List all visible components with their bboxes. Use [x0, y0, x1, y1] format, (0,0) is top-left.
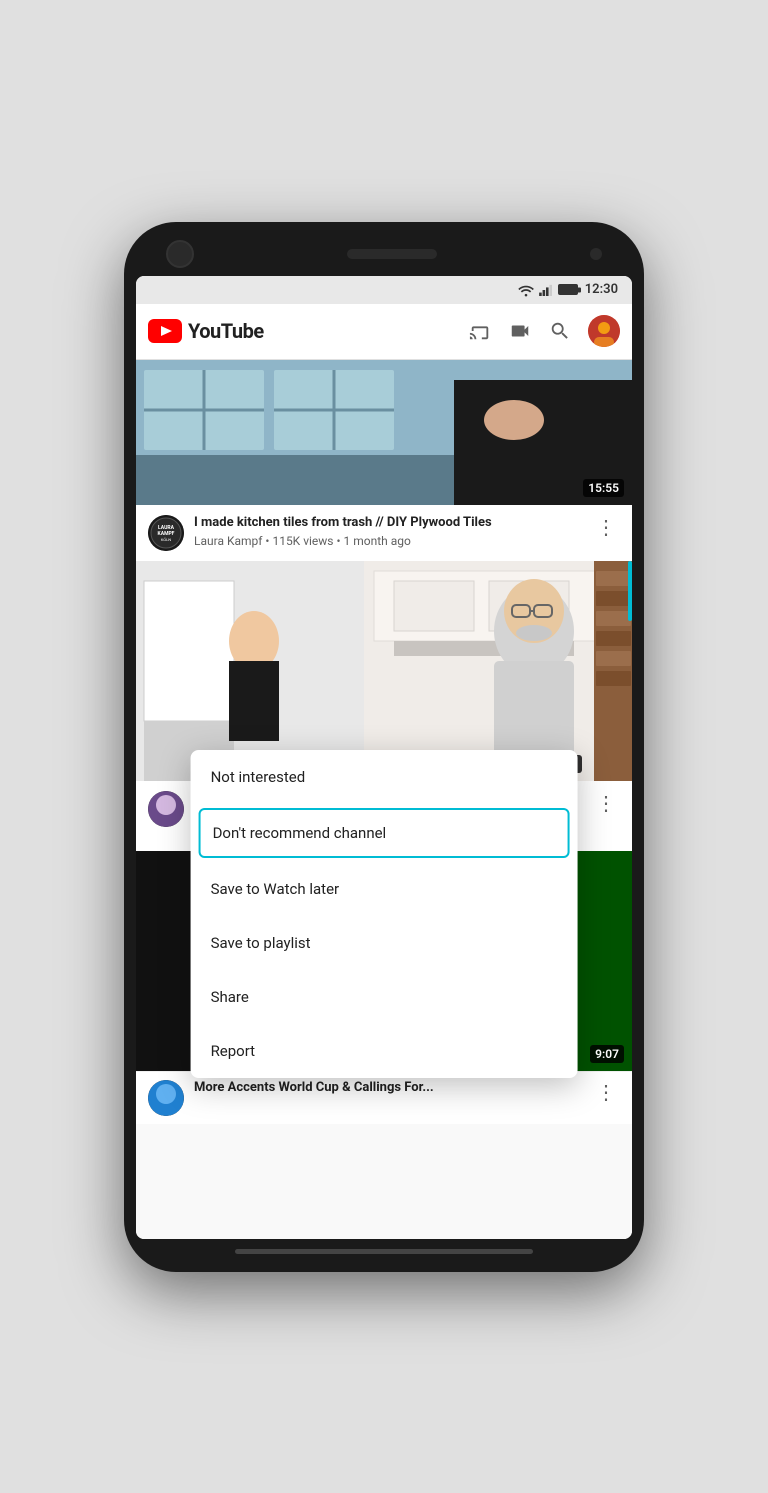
- wifi-icon: [518, 284, 534, 296]
- save-playlist-option[interactable]: Save to playlist: [191, 916, 578, 970]
- youtube-logo-icon: [148, 319, 182, 343]
- cast-button[interactable]: [468, 319, 492, 343]
- report-option[interactable]: Report: [191, 1024, 578, 1078]
- youtube-logo-text: YouTube: [188, 319, 264, 343]
- user-avatar[interactable]: [588, 315, 620, 347]
- video4-more-button[interactable]: ⋮: [592, 1080, 620, 1104]
- header-action-icons: [468, 315, 620, 347]
- camera-button[interactable]: [508, 319, 532, 343]
- phone-home-indicator: [235, 1249, 533, 1254]
- svg-text:KÖLN: KÖLN: [161, 537, 171, 542]
- status-time: 12:30: [585, 282, 618, 297]
- front-camera: [166, 240, 194, 268]
- video1-duration: 15:55: [583, 479, 624, 497]
- signal-icon: [539, 284, 553, 296]
- video1-title: I made kitchen tiles from trash // DIY P…: [194, 515, 582, 532]
- search-button[interactable]: [548, 319, 572, 343]
- phone-screen: 12:30 YouTube: [136, 276, 632, 1239]
- context-menu: Not interested Don't recommend channel S…: [191, 750, 578, 1078]
- scroll-indicator: [628, 561, 632, 621]
- speaker-grille: [347, 249, 437, 259]
- video4-channel-avatar[interactable]: [148, 1080, 184, 1116]
- video1-channel-avatar[interactable]: LAURA KAMPF KÖLN: [148, 515, 184, 551]
- phone-frame: 12:30 YouTube: [124, 222, 644, 1272]
- youtube-logo[interactable]: YouTube: [148, 319, 460, 343]
- youtube-header: YouTube: [136, 304, 632, 360]
- not-interested-option[interactable]: Not interested: [191, 750, 578, 804]
- video1-thumbnail[interactable]: 15:55: [136, 360, 632, 505]
- video2-more-button[interactable]: ⋮: [592, 791, 620, 815]
- video2-thumbnail[interactable]: :56: [136, 561, 632, 781]
- video1-info: LAURA KAMPF KÖLN I made kitchen tiles fr…: [136, 505, 632, 561]
- content-area: 15:55 LAURA KAMPF KÖLN I made kitchen ti…: [136, 360, 632, 1239]
- sensor-dot: [590, 248, 602, 260]
- video4-meta: More Accents World Cup & Callings For...: [194, 1080, 582, 1097]
- video1-more-button[interactable]: ⋮: [592, 515, 620, 539]
- save-watch-later-option[interactable]: Save to Watch later: [191, 862, 578, 916]
- video3-duration: 9:07: [590, 1045, 624, 1063]
- video4-title: More Accents World Cup & Callings For...: [194, 1080, 582, 1097]
- dont-recommend-option[interactable]: Don't recommend channel: [199, 808, 570, 858]
- status-bar: 12:30: [136, 276, 632, 304]
- battery-icon: [558, 284, 578, 295]
- dont-recommend-wrapper: Don't recommend channel: [191, 804, 578, 862]
- share-option[interactable]: Share: [191, 970, 578, 1024]
- video1-subtitle: Laura Kampf • 115K views • 1 month ago: [194, 534, 582, 548]
- video1-thumb-bg: [136, 360, 632, 505]
- video4-info: More Accents World Cup & Callings For...…: [136, 1071, 632, 1124]
- video2-channel-avatar[interactable]: [148, 791, 184, 827]
- phone-top-area: [136, 240, 632, 268]
- status-icons: 12:30: [518, 282, 618, 297]
- video1-meta: I made kitchen tiles from trash // DIY P…: [194, 515, 582, 549]
